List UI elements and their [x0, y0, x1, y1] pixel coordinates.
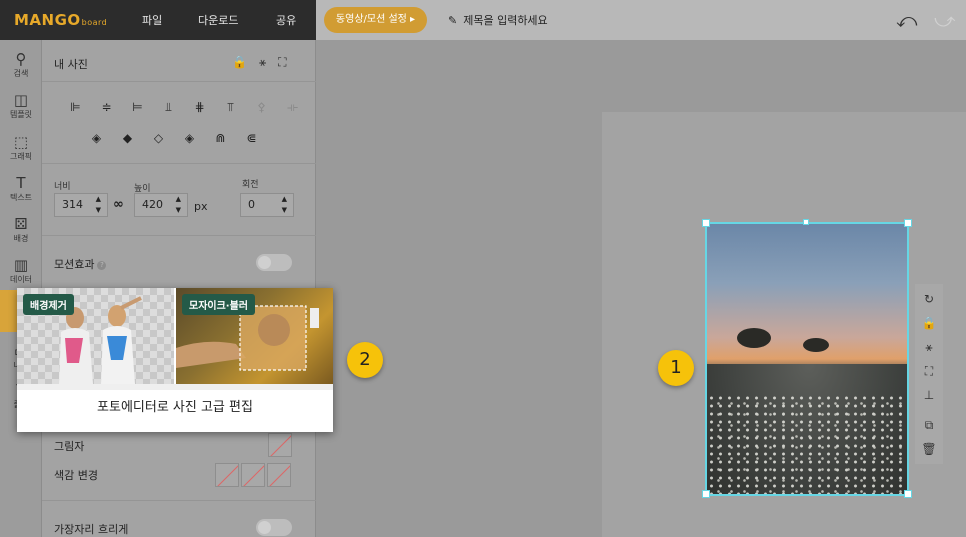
- align-icon[interactable]: ⊥: [915, 388, 943, 402]
- pencil-icon: ✎: [448, 14, 458, 27]
- crop-icon[interactable]: ⛶: [915, 364, 943, 379]
- search-icon: ⚲: [15, 50, 27, 68]
- title-input[interactable]: ✎ 제목을 입력하세요: [448, 12, 548, 28]
- panel-title: 내 사진: [54, 58, 88, 71]
- motion-effect-label: 모션효과?: [54, 256, 107, 272]
- step-badge-1: 1: [658, 350, 694, 386]
- undo-icon[interactable]: ⤺: [896, 8, 917, 32]
- menu-download[interactable]: 다운로드: [198, 12, 238, 28]
- step-badge-2: 2: [347, 342, 383, 378]
- edge-blur-toggle[interactable]: [256, 519, 292, 536]
- lock-icon[interactable]: 🔒: [232, 55, 247, 69]
- resize-handle[interactable]: [904, 490, 912, 498]
- crop-icon[interactable]: ⛶: [278, 55, 286, 69]
- title-placeholder: 제목을 입력하세요: [463, 14, 548, 27]
- resize-handle[interactable]: [702, 490, 710, 498]
- mango-logo[interactable]: MANGOboard: [14, 11, 107, 29]
- top-bar-menu-area: MANGOboard 파일 다운로드 공유: [0, 0, 316, 40]
- align-bottom-icon[interactable]: ⫫: [153, 100, 184, 115]
- effect-icon[interactable]: ⚹: [259, 55, 266, 69]
- bring-forward-icon[interactable]: ◆: [112, 131, 143, 145]
- graphic-icon: ⬚: [13, 133, 29, 151]
- distribute-h-icon[interactable]: ⟛: [277, 100, 308, 115]
- align-toolbar: ⊫ ≑ ⊨ ⫫ ⋕ ⫪ ⚴ ⟛: [60, 100, 308, 115]
- delete-icon[interactable]: 🗑: [915, 442, 943, 456]
- send-back-icon[interactable]: ◈: [174, 131, 205, 145]
- panel-head-icons: 🔒 ⚹ ⛶: [232, 55, 299, 70]
- menu-share[interactable]: 공유: [276, 12, 296, 28]
- divider: [42, 81, 316, 82]
- color-swatch-2[interactable]: [241, 463, 265, 487]
- align-center-h-icon[interactable]: ≑: [91, 100, 122, 114]
- divider: [42, 163, 316, 164]
- divider: [42, 235, 316, 236]
- distribute-v-icon[interactable]: ⚴: [246, 100, 277, 114]
- color-swatch-1[interactable]: [215, 463, 239, 487]
- align-left-icon[interactable]: ⊫: [60, 100, 91, 114]
- duplicate-icon[interactable]: ⧉: [915, 418, 943, 433]
- rail-item-background[interactable]: ⚄ 배경: [0, 216, 42, 244]
- menu-file[interactable]: 파일: [142, 12, 162, 28]
- rail-item-search[interactable]: ⚲ 검색: [0, 51, 42, 79]
- color-change-label: 색감 변경: [54, 469, 98, 482]
- rotate-stepper[interactable]: ▲ ▼: [282, 194, 287, 216]
- motion-settings-button[interactable]: 동영상/모션 설정 ▸: [324, 7, 427, 33]
- unit-label: px: [194, 200, 208, 213]
- help-icon[interactable]: ?: [97, 261, 107, 270]
- layer-toolbar: ◈ ◆ ◇ ◈ ⋒ ⋐: [81, 131, 267, 145]
- tree-shape: [803, 338, 829, 352]
- flip-v-icon[interactable]: ⋐: [236, 131, 267, 145]
- object-side-toolbar: ↻ 🔒 ⚹ ⛶ ⊥ ⧉ 🗑: [915, 284, 943, 464]
- background-removal-tag: 배경제거: [23, 294, 74, 315]
- photo-editor-popup[interactable]: 배경제거 모자이크·블러 포토에디터로 사진 고급 편집: [17, 288, 333, 432]
- photo-editor-caption[interactable]: 포토에디터로 사진 고급 편집: [17, 396, 333, 415]
- mosaic-blur-preview: 모자이크·블러: [176, 288, 333, 384]
- rail-item-template[interactable]: ◫ 템플릿: [0, 92, 42, 120]
- align-center-v-icon[interactable]: ⋕: [184, 100, 215, 114]
- flip-h-icon[interactable]: ⋒: [205, 131, 236, 145]
- shadow-swatch[interactable]: [268, 433, 292, 457]
- height-field[interactable]: 420 ▲ ▼: [134, 193, 188, 217]
- motion-effect-toggle[interactable]: [256, 254, 292, 271]
- background-icon: ⚄: [14, 215, 28, 233]
- mosaic-blur-tag: 모자이크·블러: [182, 294, 255, 315]
- selected-photo[interactable]: [705, 222, 909, 496]
- background-removal-preview: 배경제거: [17, 288, 174, 384]
- redo-icon[interactable]: ⤻: [934, 8, 955, 32]
- rotate-field[interactable]: 0 ▲ ▼: [240, 193, 294, 217]
- flower-field: [707, 394, 907, 494]
- text-icon: T: [16, 174, 26, 192]
- align-top-icon[interactable]: ⫪: [215, 100, 246, 115]
- rotate-label: 회전: [242, 180, 259, 190]
- edge-blur-label: 가장자리 흐리게: [54, 523, 129, 536]
- lock-icon[interactable]: 🔒: [915, 316, 943, 330]
- height-stepper[interactable]: ▲ ▼: [176, 194, 181, 216]
- rail-item-text[interactable]: T 텍스트: [0, 175, 42, 203]
- tree-shape: [737, 328, 771, 348]
- link-icon[interactable]: ∞: [113, 197, 124, 212]
- rotate-handle[interactable]: [803, 219, 809, 225]
- width-label: 너비: [54, 182, 71, 192]
- divider: [42, 500, 316, 501]
- template-icon: ◫: [13, 91, 29, 109]
- resize-handle[interactable]: [904, 219, 912, 227]
- color-swatch-3[interactable]: [267, 463, 291, 487]
- data-icon: ▥: [13, 256, 29, 274]
- effect-icon[interactable]: ⚹: [915, 340, 943, 355]
- rail-item-graphic[interactable]: ⬚ 그래픽: [0, 134, 42, 162]
- send-backward-icon[interactable]: ◇: [143, 131, 174, 145]
- align-right-icon[interactable]: ⊨: [122, 100, 153, 114]
- rail-item-data[interactable]: ▥ 데이터: [0, 257, 42, 285]
- popup-separator: [17, 384, 333, 390]
- shadow-label: 그림자: [54, 440, 85, 453]
- resize-handle[interactable]: [702, 219, 710, 227]
- bring-front-icon[interactable]: ◈: [81, 131, 112, 145]
- rotate-icon[interactable]: ↻: [915, 292, 943, 306]
- width-field[interactable]: 314 ▲ ▼: [54, 193, 108, 217]
- top-bar: MANGOboard 파일 다운로드 공유 동영상/모션 설정 ▸ ✎ 제목을 입…: [0, 0, 966, 40]
- width-stepper[interactable]: ▲ ▼: [96, 194, 101, 216]
